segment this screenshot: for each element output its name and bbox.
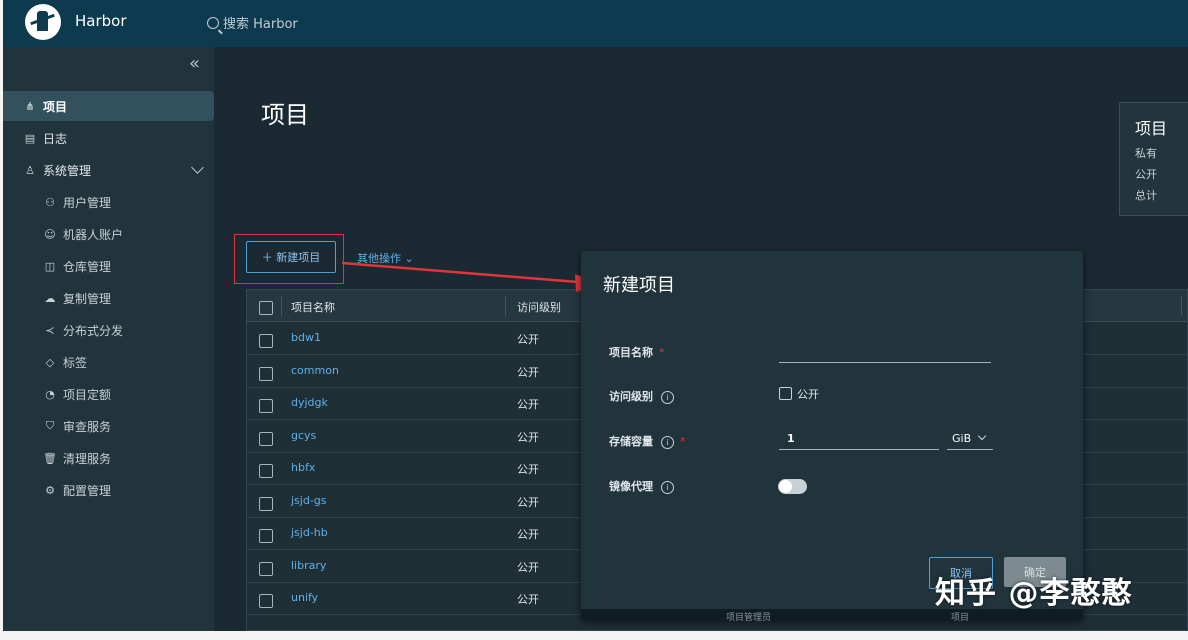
chevron-down-icon <box>977 431 987 441</box>
storage-quota-input[interactable] <box>779 449 939 450</box>
public-checkbox-label[interactable]: 公开 <box>797 386 819 402</box>
proxy-cache-toggle[interactable] <box>778 479 807 494</box>
project-name-input[interactable] <box>779 362 991 363</box>
public-checkbox[interactable] <box>779 387 792 400</box>
project-name-label: 项目名称 * <box>609 344 665 360</box>
storage-unit-select[interactable]: GiB <box>952 432 971 445</box>
info-icon[interactable]: i <box>661 391 674 404</box>
new-project-dialog: 新建项目 项目名称 * 访问级别 i 公开 存储容量 i * 1 GiB 镜像代理 i 取… <box>581 251 1083 623</box>
proxy-cache-label-text: 镜像代理 <box>609 480 653 493</box>
footer-left-text: 项目管理员 <box>726 613 772 623</box>
access-level-label: 访问级别 i <box>609 388 674 404</box>
storage-quota-label-text: 存储容量 <box>609 435 653 448</box>
required-mark: * <box>680 435 686 448</box>
storage-unit-underline <box>947 449 993 450</box>
info-icon[interactable]: i <box>661 436 674 449</box>
arrow-line <box>341 261 579 284</box>
storage-quota-value[interactable]: 1 <box>787 432 795 445</box>
watermark-text: 知乎 @李憨憨 <box>935 576 1133 611</box>
dialog-title: 新建项目 <box>603 275 675 296</box>
required-mark: * <box>659 346 665 359</box>
storage-quota-label: 存储容量 i * <box>609 433 686 449</box>
project-name-label-text: 项目名称 <box>609 346 653 359</box>
proxy-cache-label: 镜像代理 i <box>609 478 674 494</box>
info-icon[interactable]: i <box>661 481 674 494</box>
access-level-label-text: 访问级别 <box>609 390 653 403</box>
